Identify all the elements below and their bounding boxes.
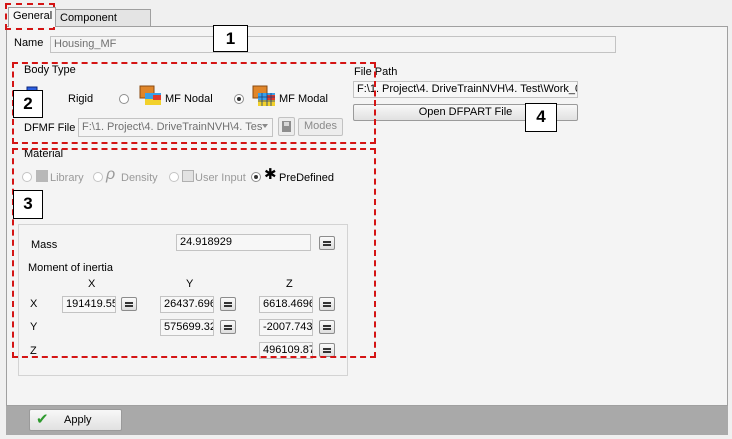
mass-field[interactable]: 24.918929 [176, 234, 311, 251]
mf-nodal-label: MF Nodal [165, 93, 213, 105]
dfmf-file-select[interactable]: F:\1. Project\4. DriveTrainNVH\4. Tes [78, 118, 273, 137]
moi-row-label-x: X [30, 298, 38, 310]
check-icon: ✔ [36, 411, 49, 428]
callout-3: 3 [13, 190, 43, 219]
mass-edit-button[interactable] [319, 236, 335, 250]
mass-label: Mass [31, 239, 58, 251]
mf-nodal-radio[interactable] [119, 94, 129, 104]
moi-xy-edit-button[interactable] [220, 297, 236, 311]
moi-col-header-x: X [88, 278, 96, 290]
moi-col-header-y: Y [186, 278, 194, 290]
moi-xy-field[interactable]: 26437.696 [160, 296, 214, 313]
user-input-label: User Input [195, 172, 246, 184]
moi-zz-field[interactable]: 496109.87 [259, 342, 313, 359]
file-path-label: File Path [354, 66, 398, 78]
modes-button[interactable]: Modes [298, 118, 343, 136]
save-icon[interactable] [278, 117, 295, 136]
body-type-title: Body Type [24, 64, 76, 76]
name-label: Name [14, 37, 44, 49]
moi-xx-field[interactable]: 191419.55 [62, 296, 116, 313]
moi-label: Moment of inertia [28, 262, 113, 274]
predefined-label: PreDefined [279, 172, 335, 184]
predefined-radio[interactable] [251, 172, 261, 182]
moi-yy-field[interactable]: 575699.32 [160, 319, 214, 336]
file-path-field[interactable]: F:\1. Project\4. DriveTrainNVH\4. Test\W… [353, 81, 578, 98]
mf-modal-radio[interactable] [234, 94, 244, 104]
moi-row-label-y: Y [30, 321, 38, 333]
library-icon [36, 170, 48, 182]
callout-2: 2 [13, 90, 43, 118]
name-field[interactable]: Housing_MF [50, 36, 616, 53]
tab-general[interactable]: General [8, 7, 56, 27]
user-input-icon [182, 170, 194, 182]
dfmf-file-value: F:\1. Project\4. DriveTrainNVH\4. Tes [82, 121, 263, 133]
library-label: Library [50, 172, 84, 184]
mf-modal-icon [250, 83, 278, 109]
moi-yz-field[interactable]: -2007.7437 [259, 319, 313, 336]
tab-bar: General Component Analysis [6, 6, 726, 38]
callout-4: 4 [525, 103, 557, 132]
chevron-down-icon [262, 124, 268, 128]
moi-yy-edit-button[interactable] [220, 320, 236, 334]
callout-1: 1 [213, 25, 248, 52]
tab-component-analysis[interactable]: Component Analysis [55, 9, 151, 38]
dfmf-file-label: DFMF File [24, 122, 76, 134]
mf-modal-label: MF Modal [279, 93, 328, 105]
moi-col-header-z: Z [286, 278, 293, 290]
gear-icon: ✱ [264, 166, 277, 183]
moi-xx-edit-button[interactable] [121, 297, 137, 311]
density-radio[interactable] [93, 172, 103, 182]
moi-xz-field[interactable]: 6618.4696 [259, 296, 313, 313]
material-title: Material [24, 148, 64, 160]
apply-label: Apply [64, 414, 92, 426]
rigid-label: Rigid [68, 93, 94, 105]
moi-row-label-z: Z [30, 345, 37, 357]
apply-button[interactable]: ✔ Apply [29, 409, 122, 431]
library-radio[interactable] [22, 172, 32, 182]
moi-yz-edit-button[interactable] [319, 320, 335, 334]
moi-xz-edit-button[interactable] [319, 297, 335, 311]
moi-zz-edit-button[interactable] [319, 343, 335, 357]
user-input-radio[interactable] [169, 172, 179, 182]
mf-nodal-icon [137, 83, 163, 107]
density-label: Density [121, 172, 158, 184]
density-rho-icon: ρ [106, 166, 116, 183]
